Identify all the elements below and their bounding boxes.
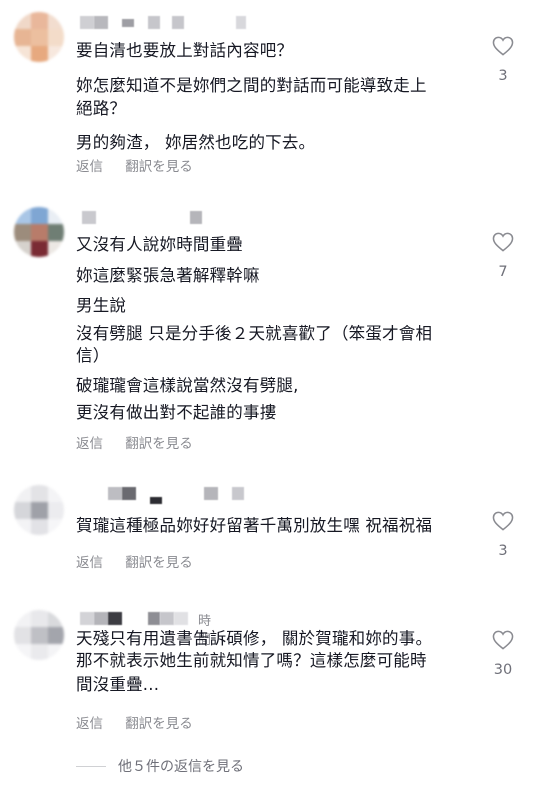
like-count: 3	[498, 543, 508, 559]
like-button[interactable]: 3	[484, 511, 522, 559]
heart-outline-icon[interactable]	[492, 232, 514, 252]
comment-line: 男的夠渣， 妳居然也吃的下去。	[76, 133, 316, 152]
comment-line: 破瓏瓏會這樣說當然沒有劈腿,	[76, 376, 299, 395]
avatar[interactable]	[14, 610, 64, 660]
reply-button[interactable]: 返信	[76, 555, 103, 571]
translate-button[interactable]: 翻訳を見る	[125, 159, 193, 175]
comment-line: 妳怎麼知道不是妳們之間的對話而可能導致走上	[76, 76, 427, 95]
comment-line: 又沒有人說妳時間重疊	[76, 235, 243, 254]
view-more-replies-label: 他５件の返信を見る	[118, 759, 244, 775]
heart-outline-icon[interactable]	[492, 36, 514, 56]
comment-actions: 返信 翻訳を見る	[76, 155, 211, 175]
avatar[interactable]	[14, 12, 64, 62]
reply-button[interactable]: 返信	[76, 716, 103, 732]
comment-actions: 返信 翻訳を見る	[76, 432, 211, 452]
avatar[interactable]	[14, 485, 64, 535]
comment-actions: 返信 翻訳を見る	[76, 712, 211, 732]
comment-line: 沒有劈腿 只是分手後２天就喜歡了（笨蛋才會相	[76, 324, 433, 343]
view-more-replies-button[interactable]: 他５件の返信を見る	[76, 756, 244, 776]
translate-button[interactable]: 翻訳を見る	[125, 716, 193, 732]
like-count: 7	[498, 264, 508, 280]
like-button[interactable]: 30	[484, 630, 522, 678]
like-count: 30	[493, 662, 513, 678]
comment-line: 妳這麼緊張急著解釋幹嘛	[76, 266, 260, 285]
translate-button[interactable]: 翻訳を見る	[125, 555, 193, 571]
comment-line: 間沒重疊...	[76, 675, 160, 694]
comment-line: 絕路？	[76, 99, 127, 118]
comment-line: 更沒有做出對不起誰的事摟	[76, 403, 277, 422]
comment-line: 賀瓏這種極品妳好好留著千萬別放生嘿 祝福祝福	[76, 516, 433, 535]
comment-line: 信）	[76, 346, 110, 365]
comment-actions: 返信 翻訳を見る	[76, 551, 211, 571]
like-count: 3	[498, 68, 508, 84]
reply-button[interactable]: 返信	[76, 436, 103, 452]
comment-line: 要自清也要放上對話內容吧？	[76, 41, 294, 60]
like-button[interactable]: 7	[484, 232, 522, 280]
heart-outline-icon[interactable]	[492, 630, 514, 650]
reply-button[interactable]: 返信	[76, 159, 103, 175]
like-button[interactable]: 3	[484, 36, 522, 84]
avatar[interactable]	[14, 207, 64, 257]
translate-button[interactable]: 翻訳を見る	[125, 436, 193, 452]
heart-outline-icon[interactable]	[492, 511, 514, 531]
comment-line: 那不就表示她生前就知情了嗎？這樣怎麼可能時	[76, 651, 427, 670]
comment-line: 男生說	[76, 296, 127, 315]
comment-line: 天殘只有用遺書告訴碩修， 關於賀瓏和妳的事。	[76, 629, 433, 648]
divider	[76, 765, 106, 767]
